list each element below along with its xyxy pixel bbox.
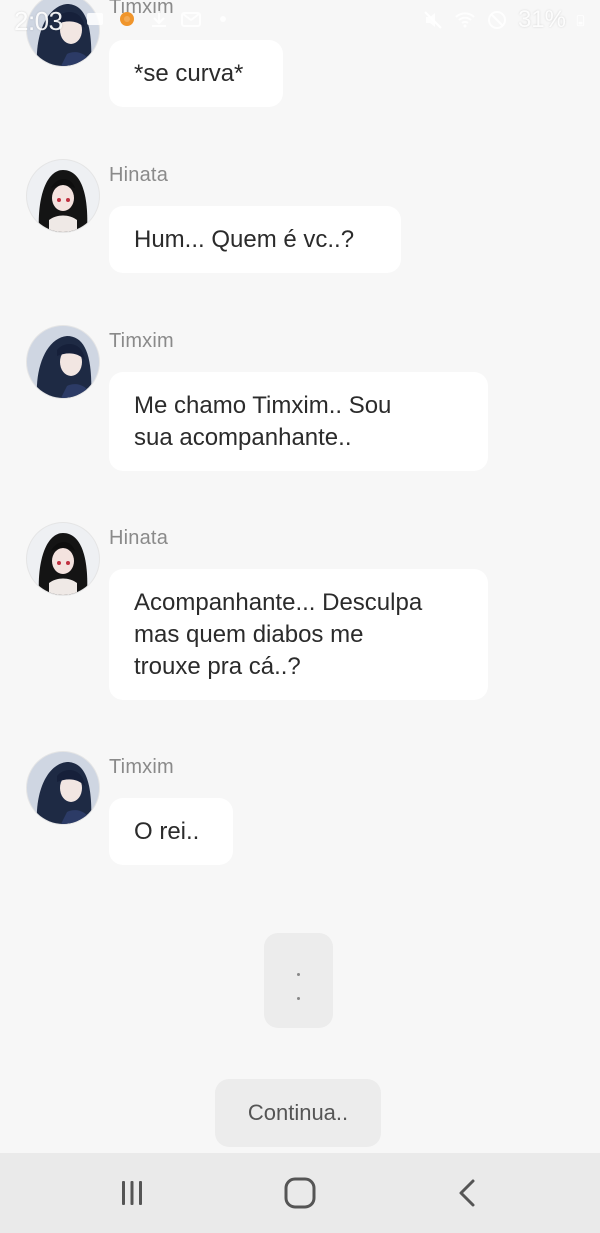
- back-icon: [459, 1179, 475, 1207]
- battery-icon: [576, 15, 585, 27]
- avatar-hinata-icon: [27, 160, 99, 232]
- continue-button[interactable]: Continua..: [215, 1079, 381, 1147]
- sender-name: Timxim: [109, 0, 174, 18]
- mute-icon: [424, 11, 442, 29]
- message-bubble: Acompanhante... Desculpa mas quem diabos…: [109, 569, 488, 700]
- home-button[interactable]: [270, 1171, 330, 1215]
- home-icon: [284, 1177, 316, 1209]
- message-bubble: *se curva*: [109, 40, 283, 107]
- avatar-timxim-icon: [27, 752, 99, 824]
- recent-apps-button[interactable]: [102, 1171, 162, 1215]
- message-bubble: Me chamo Timxim.. Sou sua acompanhante..: [109, 372, 488, 471]
- message-text: O rei..: [134, 818, 200, 845]
- message-text: *se curva*: [134, 60, 244, 87]
- message-bubble: Hum... Quem é vc..?: [109, 206, 401, 273]
- message-bubble: O rei..: [109, 798, 233, 865]
- message-text-line: mas quem diabos me: [134, 621, 364, 648]
- sender-name: Hinata: [109, 164, 169, 186]
- do-not-disturb-icon: [487, 11, 506, 29]
- avatar[interactable]: [27, 523, 99, 595]
- navigation-bar: [0, 1153, 600, 1233]
- message-text-line: trouxe pra cá..?: [134, 653, 301, 680]
- avatar-timxim-icon: [27, 0, 99, 66]
- avatar[interactable]: [27, 326, 99, 398]
- typing-dot: [297, 997, 300, 1000]
- message-text: Hum... Quem é vc..?: [134, 226, 355, 253]
- back-button[interactable]: [438, 1171, 498, 1215]
- sender-name: Timxim: [109, 330, 174, 352]
- system-status: 31%: [422, 6, 590, 34]
- chat-screen: 2:03 31% Timxim *se curva* Hinata Hum...…: [0, 0, 600, 1233]
- sender-name: Timxim: [109, 756, 174, 778]
- mail-icon: [181, 12, 201, 27]
- typing-indicator: [264, 933, 333, 1028]
- wifi-icon: [455, 12, 475, 28]
- avatar-timxim-icon: [27, 326, 99, 398]
- recent-apps-icon: [122, 1181, 142, 1205]
- avatar[interactable]: [27, 752, 99, 824]
- message-text-line: Acompanhante... Desculpa: [134, 589, 423, 616]
- message-text-line: sua acompanhante..: [134, 424, 352, 451]
- avatar[interactable]: [27, 0, 99, 66]
- avatar-hinata-icon: [27, 523, 99, 595]
- message-text-line: Me chamo Timxim.. Sou: [134, 392, 392, 419]
- battery-percent: 31%: [517, 6, 566, 33]
- typing-dot: [297, 973, 300, 976]
- sender-name: Hinata: [109, 527, 169, 549]
- avatar[interactable]: [27, 160, 99, 232]
- dot-icon: [220, 16, 226, 22]
